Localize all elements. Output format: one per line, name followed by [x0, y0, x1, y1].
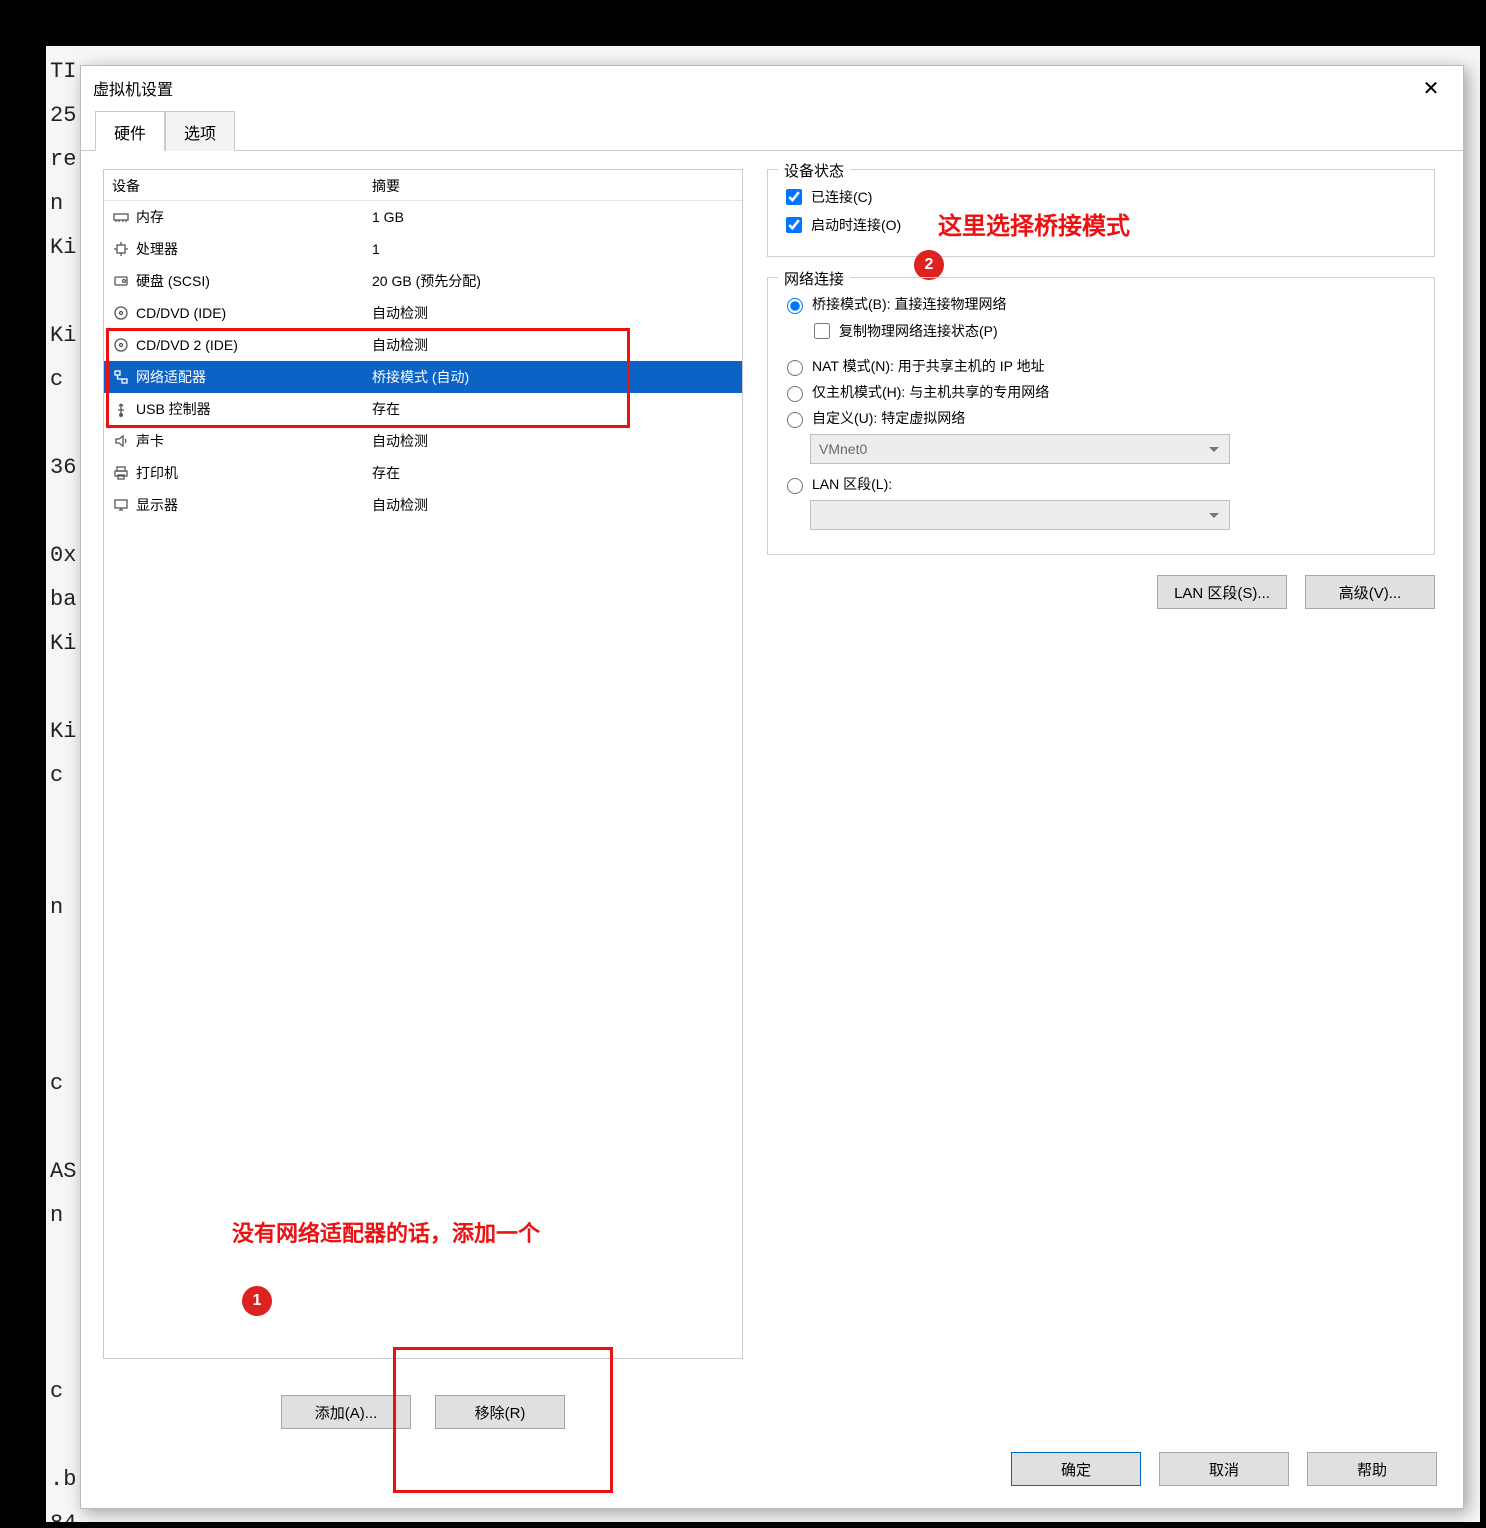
annotation-text-2: 这里选择桥接模式: [938, 206, 1130, 241]
device-summary: 存在: [372, 399, 400, 419]
hostonly-radio[interactable]: [787, 386, 803, 402]
device-name: 处理器: [136, 239, 178, 259]
custom-vmnet-value: VMnet0: [819, 441, 867, 457]
lan-segments-button[interactable]: LAN 区段(S)...: [1157, 575, 1287, 609]
nat-radio-row[interactable]: NAT 模式(N): 用于共享主机的 IP 地址: [782, 356, 1420, 376]
device-name: 显示器: [136, 495, 178, 515]
cd-icon: [112, 304, 130, 322]
cancel-button[interactable]: 取消: [1159, 1452, 1289, 1486]
device-name: 声卡: [136, 431, 164, 451]
bridged-label: 桥接模式(B): 直接连接物理网络: [812, 294, 1006, 314]
lan-segment-radio[interactable]: [787, 478, 803, 494]
annotation-text-1: 没有网络适配器的话，添加一个: [232, 1216, 540, 1248]
device-state-legend: 设备状态: [778, 160, 850, 181]
lan-segment-label: LAN 区段(L):: [812, 474, 892, 494]
tab-hardware[interactable]: 硬件: [95, 111, 165, 151]
display-icon: [112, 496, 130, 514]
custom-vmnet-select[interactable]: VMnet0: [810, 434, 1230, 464]
dialog-title: 虚拟机设置: [93, 76, 173, 100]
hardware-list[interactable]: 设备 摘要 内存 1 GB 处理器 1 硬盘 (SCSI) 20 GB (预先分配) CD/…: [103, 169, 743, 1359]
ok-button[interactable]: 确定: [1011, 1452, 1141, 1486]
device-summary: 存在: [372, 463, 400, 483]
network-connection-group: 网络连接 桥接模式(B): 直接连接物理网络 复制物理网络连接状态(P) NAT…: [767, 277, 1435, 555]
annotation-badge-1: 1: [242, 1286, 272, 1316]
bridged-radio[interactable]: [787, 298, 803, 314]
device-name: CD/DVD 2 (IDE): [136, 337, 238, 353]
hostonly-label: 仅主机模式(H): 与主机共享的专用网络: [812, 382, 1049, 402]
dialog-footer: 确定 取消 帮助: [1011, 1452, 1437, 1486]
custom-radio-row[interactable]: 自定义(U): 特定虚拟网络: [782, 408, 1420, 428]
column-device: 设备: [112, 176, 372, 196]
device-summary: 桥接模式 (自动): [372, 367, 469, 387]
hardware-row[interactable]: 显示器 自动检测: [104, 489, 742, 521]
device-name: 硬盘 (SCSI): [136, 271, 210, 291]
replicate-checkbox[interactable]: [814, 323, 830, 339]
hostonly-radio-row[interactable]: 仅主机模式(H): 与主机共享的专用网络: [782, 382, 1420, 402]
help-button[interactable]: 帮助: [1307, 1452, 1437, 1486]
device-name: 内存: [136, 207, 164, 227]
hardware-row[interactable]: 处理器 1: [104, 233, 742, 265]
device-summary: 自动检测: [372, 431, 428, 451]
nat-radio[interactable]: [787, 360, 803, 376]
hardware-list-header: 设备 摘要: [104, 170, 742, 201]
sound-icon: [112, 432, 130, 450]
replicate-label: 复制物理网络连接状态(P): [839, 321, 998, 341]
hardware-row[interactable]: 硬盘 (SCSI) 20 GB (预先分配): [104, 265, 742, 297]
disk-icon: [112, 272, 130, 290]
cpu-icon: [112, 240, 130, 258]
hardware-row[interactable]: CD/DVD 2 (IDE) 自动检测: [104, 329, 742, 361]
custom-radio[interactable]: [787, 412, 803, 428]
nat-label: NAT 模式(N): 用于共享主机的 IP 地址: [812, 356, 1045, 376]
device-state-group: 设备状态 已连接(C) 启动时连接(O) 这里选择桥接模式 2: [767, 169, 1435, 257]
device-summary: 1: [372, 241, 380, 257]
advanced-button[interactable]: 高级(V)...: [1305, 575, 1435, 609]
device-name: 打印机: [136, 463, 178, 483]
close-icon[interactable]: ✕: [1411, 76, 1451, 101]
device-summary: 自动检测: [372, 335, 428, 355]
hardware-row[interactable]: 打印机 存在: [104, 457, 742, 489]
memory-icon: [112, 208, 130, 226]
network-connection-legend: 网络连接: [778, 268, 850, 289]
connect-on-start-checkbox[interactable]: [786, 217, 802, 233]
connected-checkbox-row[interactable]: 已连接(C): [782, 186, 1420, 208]
lan-segment-radio-row[interactable]: LAN 区段(L):: [782, 474, 1420, 494]
connected-label: 已连接(C): [811, 187, 872, 207]
hardware-row[interactable]: CD/DVD (IDE) 自动检测: [104, 297, 742, 329]
vm-settings-dialog: 虚拟机设置 ✕ 硬件 选项 设备 摘要 内存 1 GB 处理器 1 硬盘 (SCSI) 2…: [80, 65, 1464, 1509]
connected-checkbox[interactable]: [786, 189, 802, 205]
tab-options[interactable]: 选项: [165, 111, 235, 151]
connect-on-start-label: 启动时连接(O): [811, 215, 901, 235]
replicate-checkbox-row[interactable]: 复制物理网络连接状态(P): [810, 320, 1420, 342]
remove-hardware-button[interactable]: 移除(R): [435, 1395, 565, 1429]
annotation-badge-2: 2: [914, 250, 944, 280]
lan-segment-select[interactable]: [810, 500, 1230, 530]
tab-strip: 硬件 选项: [81, 110, 1463, 151]
bridged-radio-row[interactable]: 桥接模式(B): 直接连接物理网络: [782, 294, 1420, 314]
device-summary: 自动检测: [372, 495, 428, 515]
device-summary: 20 GB (预先分配): [372, 271, 481, 291]
device-summary: 自动检测: [372, 303, 428, 323]
hardware-row[interactable]: USB 控制器 存在: [104, 393, 742, 425]
device-summary: 1 GB: [372, 209, 404, 225]
network-icon: [112, 368, 130, 386]
printer-icon: [112, 464, 130, 482]
device-name: 网络适配器: [136, 367, 206, 387]
custom-label: 自定义(U): 特定虚拟网络: [812, 408, 965, 428]
hardware-row[interactable]: 网络适配器 桥接模式 (自动): [104, 361, 742, 393]
column-summary: 摘要: [372, 176, 400, 196]
device-name: USB 控制器: [136, 399, 211, 419]
titlebar: 虚拟机设置 ✕: [81, 66, 1463, 110]
hardware-row[interactable]: 内存 1 GB: [104, 201, 742, 233]
cd-icon: [112, 336, 130, 354]
device-name: CD/DVD (IDE): [136, 305, 226, 321]
add-hardware-button[interactable]: 添加(A)...: [281, 1395, 411, 1429]
hardware-row[interactable]: 声卡 自动检测: [104, 425, 742, 457]
usb-icon: [112, 400, 130, 418]
